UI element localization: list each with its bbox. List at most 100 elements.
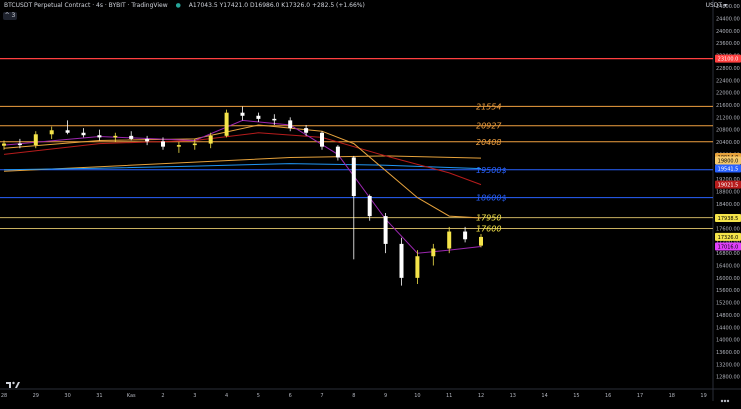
candle-body	[304, 128, 309, 133]
time-tick-label: 31	[96, 393, 102, 399]
ohlc-readout: A17043.5 Y17421.0 D16986.0 K17326.0 +282…	[188, 2, 365, 9]
time-tick-label: 12	[478, 393, 484, 399]
symbol-title[interactable]: BTCUSDT Perpetual Contract · 4s · BYBIT …	[4, 2, 168, 9]
candle-body	[192, 143, 197, 146]
level-label: 20408	[476, 138, 501, 147]
candle-body	[351, 157, 356, 197]
price-tag-label: 17326.0	[718, 235, 739, 241]
price-tick-label: 15200.00	[716, 301, 740, 307]
price-tick-label: 22000.00	[716, 91, 740, 97]
candle-body	[288, 120, 293, 129]
time-tick-label: 10	[414, 393, 420, 399]
level-label: 20927	[476, 122, 502, 131]
candle-body	[272, 118, 277, 121]
price-tick-label: 17600.00	[716, 226, 740, 232]
candle-body	[176, 145, 181, 147]
price-tag-label: 23100.0	[718, 57, 739, 63]
time-tick-label: 5	[257, 393, 260, 399]
time-tick-label: 17	[637, 393, 643, 399]
level-label: 19500$	[476, 166, 507, 175]
candle-body	[65, 130, 70, 133]
time-tick-label: 3	[193, 393, 196, 399]
live-status-icon: ●	[175, 2, 181, 9]
price-tag-label: 17938.5	[718, 216, 739, 222]
price-tick-label: 24000.00	[716, 29, 740, 35]
price-chart[interactable]: 24800.0024400.0024000.0023600.0023200.00…	[0, 0, 741, 401]
time-tick-label: 14	[541, 393, 547, 399]
symbol-legend: BTCUSDT Perpetual Contract · 4s · BYBIT …	[4, 2, 365, 9]
candle-body	[383, 216, 388, 244]
level-label: 18600$	[476, 194, 507, 203]
candle-body	[161, 141, 165, 147]
candle-body	[113, 135, 118, 138]
time-tick-label: 4	[225, 393, 228, 399]
price-tick-label: 16800.00	[716, 251, 740, 257]
price-tick-label: 13600.00	[716, 350, 740, 356]
candle-body	[240, 112, 245, 116]
candle-body	[256, 115, 261, 119]
price-tag-label: 17016.0	[718, 244, 739, 250]
price-tick-label: 16000.00	[716, 276, 740, 282]
candle-body	[33, 134, 38, 146]
candle-body	[415, 256, 420, 278]
candle-body	[224, 112, 229, 136]
level-label: 21554	[476, 102, 501, 111]
candle-body	[208, 135, 213, 144]
candle-body	[17, 143, 22, 146]
candle-body	[320, 132, 324, 147]
time-tick-label: 11	[446, 393, 452, 399]
time-tick-label: 7	[320, 393, 323, 399]
time-tick-label: Kas	[127, 393, 136, 399]
candle-body	[367, 196, 372, 217]
candle-body	[399, 243, 404, 278]
time-tick-label: 13	[510, 393, 516, 399]
candle-body	[81, 132, 86, 136]
price-tick-label: 20400.00	[716, 140, 740, 146]
tradingview-logo-icon[interactable]	[6, 375, 20, 388]
price-tag-label: 19021.5	[718, 183, 739, 189]
price-tick-label: 18800.00	[716, 189, 740, 195]
time-tick-label: 2	[161, 393, 164, 399]
time-tick-label: 8	[352, 393, 355, 399]
time-tick-label: 15	[573, 393, 579, 399]
candle-body	[49, 130, 54, 135]
price-tick-label: 21200.00	[716, 115, 740, 121]
time-tick-label: 9	[384, 393, 387, 399]
price-tag-label: 19541.5	[718, 167, 739, 173]
candle-body	[463, 231, 468, 240]
collapse-indicators-button[interactable]: ^ 3	[3, 12, 17, 20]
price-tick-label: 20800.00	[716, 128, 740, 134]
price-tick-label: 24400.00	[716, 17, 740, 23]
price-tick-label: 22400.00	[716, 78, 740, 84]
candle-body	[129, 135, 134, 139]
price-tick-label: 21600.00	[716, 103, 740, 109]
price-tick-label: 12800.00	[716, 375, 740, 381]
price-tick-label: 14400.00	[716, 325, 740, 331]
candle-body	[447, 231, 452, 249]
time-tick-label: 18	[669, 393, 675, 399]
time-tick-label: 16	[605, 393, 611, 399]
time-tick-label: 29	[33, 393, 39, 399]
candle-body	[2, 143, 6, 146]
time-tick-label: 30	[64, 393, 70, 399]
axis-settings-icon[interactable]	[719, 390, 731, 403]
time-tick-label: 6	[289, 393, 292, 399]
candle-body	[335, 146, 340, 158]
time-tick-label: 19	[700, 393, 706, 399]
currency-unit-selector[interactable]: USDT ▾	[706, 2, 727, 9]
price-tick-label: 14000.00	[716, 338, 740, 344]
candle-body	[145, 138, 150, 142]
price-tick-label: 23600.00	[716, 41, 740, 47]
price-tick-label: 13200.00	[716, 362, 740, 368]
time-tick-label: 28	[1, 393, 7, 399]
candle-body	[479, 236, 483, 246]
price-tick-label: 18400.00	[716, 202, 740, 208]
candle-body	[431, 248, 436, 257]
price-tick-label: 14800.00	[716, 313, 740, 319]
price-tick-label: 15600.00	[716, 288, 740, 294]
candle-body	[97, 135, 102, 138]
price-tag-label: 19800.0	[718, 159, 739, 165]
price-tick-label: 16400.00	[716, 264, 740, 270]
level-label: 17600	[476, 224, 501, 233]
price-tick-label: 22800.00	[716, 66, 740, 72]
